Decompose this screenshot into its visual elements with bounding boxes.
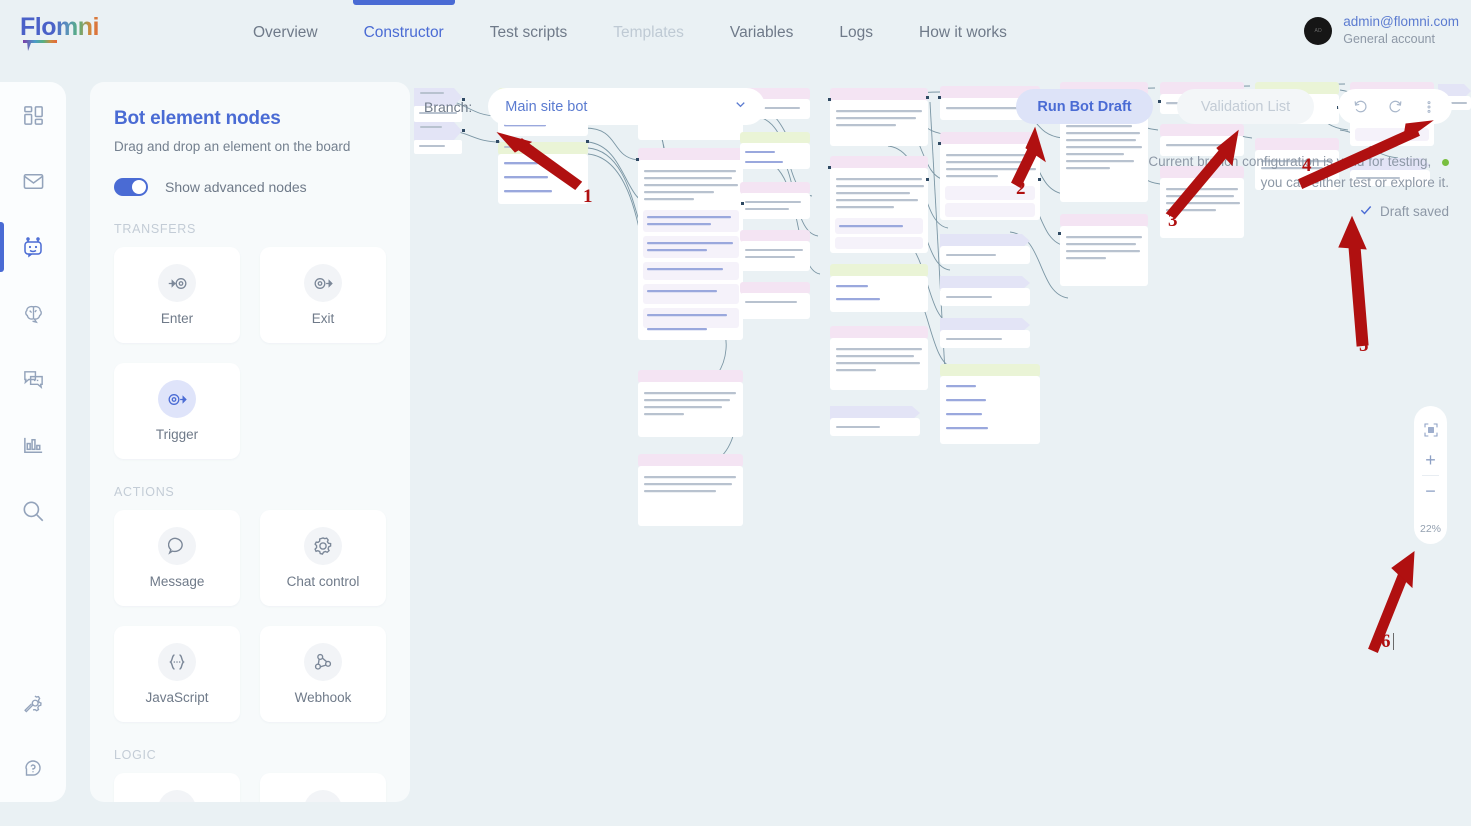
branch-label: Branch: xyxy=(424,98,473,115)
transfers-grid: Enter Exit Trigger xyxy=(114,247,386,459)
node-card-message[interactable]: Message xyxy=(114,510,240,606)
actions-grid: Message Chat control JavaScript Webhook xyxy=(114,510,386,722)
annotation-number-2: 2 xyxy=(1016,178,1026,199)
logic-grid: Condition Text analysis xyxy=(114,773,386,802)
branch-select-value: Main site bot xyxy=(505,98,588,115)
nav-item-constructor[interactable]: Constructor xyxy=(341,0,467,66)
nav-item-logs[interactable]: Logs xyxy=(816,0,896,66)
message-icon xyxy=(158,527,196,565)
avatar: AD xyxy=(1304,16,1333,45)
node-card-label: Exit xyxy=(311,311,335,326)
condition-icon xyxy=(158,790,196,802)
branch-select[interactable]: Main site bot xyxy=(488,88,766,125)
node-card-exit[interactable]: Exit xyxy=(260,247,386,343)
icon-rail xyxy=(0,82,66,802)
node-card-label: Chat control xyxy=(286,574,360,589)
rail-item-analytics[interactable] xyxy=(0,412,66,478)
rail-item-search[interactable] xyxy=(0,478,66,544)
flomni-logo[interactable]: Flomni xyxy=(20,14,100,52)
bot-element-nodes-panel: Bot element nodes Drag and drop an eleme… xyxy=(90,82,410,802)
annotation-number-1: 1 xyxy=(583,186,593,207)
nav-item-test-scripts[interactable]: Test scripts xyxy=(467,0,591,66)
account-menu[interactable]: AD admin@flomni.com General account xyxy=(1304,13,1459,48)
chevron-down-icon xyxy=(733,97,748,116)
node-card-trigger[interactable]: Trigger xyxy=(114,363,240,459)
account-email: admin@flomni.com xyxy=(1343,14,1459,29)
node-card-webhook[interactable]: Webhook xyxy=(260,626,386,722)
redo-icon[interactable] xyxy=(1381,93,1409,121)
node-card-condition[interactable]: Condition xyxy=(114,773,240,802)
show-advanced-nodes-row: Show advanced nodes xyxy=(114,178,386,196)
nav-item-templates: Templates xyxy=(613,24,684,41)
section-label-transfers: TRANSFERS xyxy=(114,222,197,236)
history-toolbar xyxy=(1338,89,1452,124)
trigger-icon xyxy=(158,380,196,418)
section-label-logic: LOGIC xyxy=(114,748,157,762)
logo-text: Flomni xyxy=(20,13,99,41)
account-role: General account xyxy=(1343,32,1435,47)
rail-item-settings[interactable] xyxy=(0,670,66,736)
rail-item-brain[interactable] xyxy=(0,280,66,346)
status-line-1-row: Current branch configuration is valid fo… xyxy=(1129,152,1449,173)
show-advanced-nodes-label: Show advanced nodes xyxy=(165,179,307,195)
validation-list-button: Validation List xyxy=(1177,89,1314,124)
exit-icon xyxy=(304,264,342,302)
zoom-control: + − 22% xyxy=(1414,406,1447,544)
account-info: admin@flomni.com General account xyxy=(1343,13,1459,48)
status-line-2: you can either test or explore it. xyxy=(1260,174,1449,190)
rail-item-dashboard[interactable] xyxy=(0,82,66,148)
undo-icon[interactable] xyxy=(1347,93,1375,121)
node-card-text-analysis[interactable]: Text analysis xyxy=(260,773,386,802)
gear-icon xyxy=(304,527,342,565)
node-card-chat-control[interactable]: Chat control xyxy=(260,510,386,606)
branch-selector-group: Branch: Main site bot xyxy=(424,88,766,125)
zoom-percent: 22% xyxy=(1419,523,1441,535)
annotation-number-5: 5 xyxy=(1359,335,1369,356)
nav-item-how-it-works[interactable]: How it works xyxy=(896,0,1030,66)
main-nav: Overview Constructor Test scripts Templa… xyxy=(230,0,1030,66)
rail-item-chat[interactable] xyxy=(0,346,66,412)
enter-icon xyxy=(158,264,196,302)
top-bar: Flomni Overview Constructor Test scripts… xyxy=(0,0,1471,66)
node-card-javascript[interactable]: JavaScript xyxy=(114,626,240,722)
constructor-page: Flomni Overview Constructor Test scripts… xyxy=(0,0,1471,826)
annotation-number-6-text: 6 xyxy=(1381,631,1391,652)
zoom-out-button[interactable]: − xyxy=(1414,476,1447,506)
node-card-label: Trigger xyxy=(155,427,199,442)
fit-to-screen-icon[interactable] xyxy=(1414,415,1447,445)
run-bot-draft-button[interactable]: Run Bot Draft xyxy=(1016,89,1153,124)
more-vertical-icon[interactable] xyxy=(1415,93,1443,121)
rail-item-help[interactable] xyxy=(0,736,66,802)
text-cursor xyxy=(1392,633,1394,650)
check-icon xyxy=(1359,202,1373,224)
panel-title: Bot element nodes xyxy=(114,108,281,129)
webhook-icon xyxy=(304,643,342,681)
logo-tail-icon xyxy=(22,39,58,52)
rail-item-bot[interactable] xyxy=(0,214,66,280)
node-card-enter[interactable]: Enter xyxy=(114,247,240,343)
node-card-label: Enter xyxy=(160,311,194,326)
rail-item-mail[interactable] xyxy=(0,148,66,214)
status-dot xyxy=(1442,158,1449,166)
zoom-in-button[interactable]: + xyxy=(1414,445,1447,475)
javascript-icon xyxy=(158,643,196,681)
text-analysis-icon xyxy=(304,790,342,802)
section-label-actions: ACTIONS xyxy=(114,485,175,499)
nav-item-variables[interactable]: Variables xyxy=(707,0,816,66)
annotation-number-6: 6 xyxy=(1381,631,1394,653)
nav-item-overview[interactable]: Overview xyxy=(230,0,341,66)
panel-subtitle: Drag and drop an element on the board xyxy=(114,139,351,154)
annotation-number-3: 3 xyxy=(1168,210,1178,231)
node-card-label: Webhook xyxy=(294,690,352,705)
node-card-label: JavaScript xyxy=(145,690,209,705)
draft-saved-label: Draft saved xyxy=(1379,204,1449,220)
node-card-label: Message xyxy=(149,574,205,589)
annotation-number-4: 4 xyxy=(1302,155,1312,176)
show-advanced-nodes-toggle[interactable] xyxy=(114,178,148,196)
status-line-1: Current branch configuration is valid fo… xyxy=(1148,154,1432,169)
